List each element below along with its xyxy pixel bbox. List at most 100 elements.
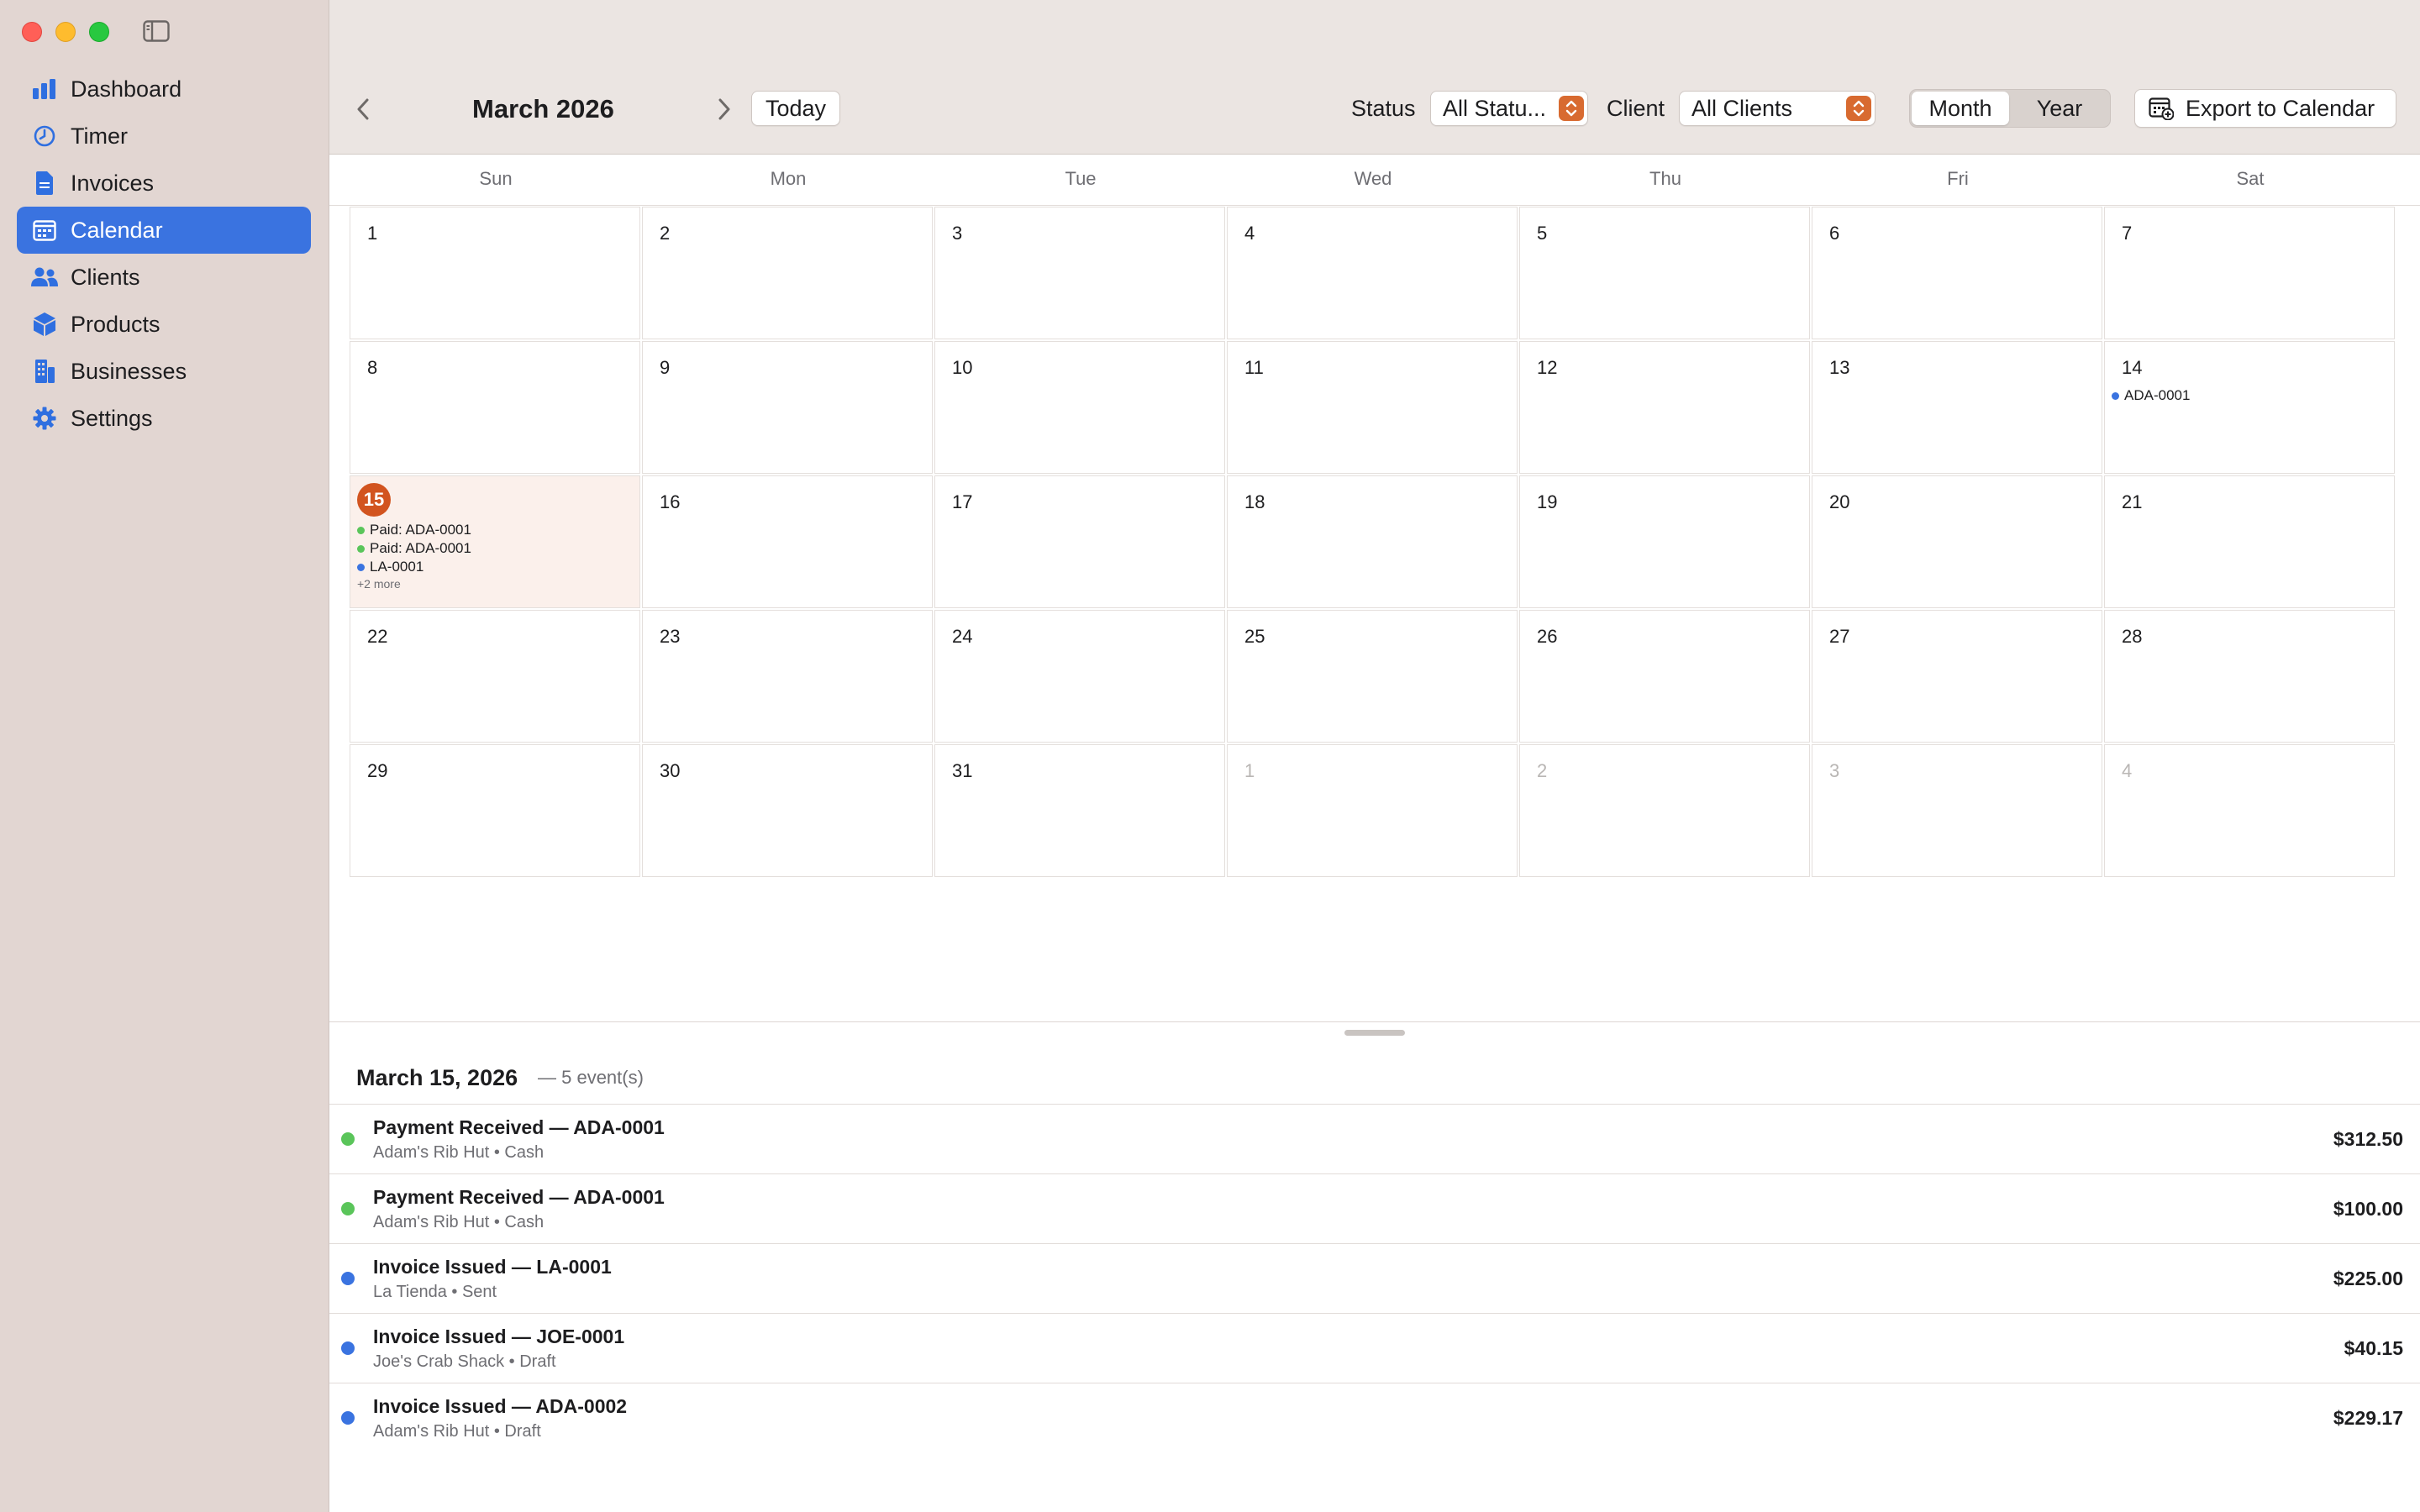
day-cell[interactable]: 25 <box>1227 610 1518 743</box>
zoom-window-button[interactable] <box>89 22 109 42</box>
day-cell[interactable]: 24 <box>934 610 1225 743</box>
day-cell[interactable]: 18 <box>1227 475 1518 608</box>
day-cell[interactable]: 26 <box>1519 610 1810 743</box>
calendar-event[interactable]: LA-0001 <box>357 559 424 575</box>
panel-divider <box>329 1021 2420 1022</box>
event-amount: $312.50 <box>2333 1128 2403 1150</box>
timer-icon <box>30 122 59 150</box>
building-icon <box>30 357 59 386</box>
calendar-event[interactable]: Paid: ADA-0001 <box>357 522 471 538</box>
day-cell[interactable]: 12 <box>1519 341 1810 474</box>
day-number: 22 <box>367 626 388 647</box>
day-cell[interactable]: 2 <box>642 207 933 339</box>
day-cell[interactable]: 27 <box>1812 610 2102 743</box>
status-filter-select[interactable]: All Statu... <box>1430 91 1588 126</box>
sidebar-toggle-icon[interactable] <box>143 20 170 42</box>
day-cell[interactable]: 3 <box>934 207 1225 339</box>
sidebar-item-invoices[interactable]: Invoices <box>17 160 311 207</box>
day-cell[interactable]: 17 <box>934 475 1225 608</box>
day-cell[interactable]: 9 <box>642 341 933 474</box>
day-number: 8 <box>367 357 378 378</box>
day-cell[interactable]: 30 <box>642 744 933 877</box>
day-cell[interactable]: 5 <box>1519 207 1810 339</box>
day-number: 21 <box>2122 491 2143 512</box>
sidebar-item-calendar[interactable]: Calendar <box>17 207 311 254</box>
sidebar-item-products[interactable]: Products <box>17 301 311 348</box>
today-button[interactable]: Today <box>751 91 840 126</box>
day-cell[interactable]: 4 <box>1227 207 1518 339</box>
day-cell[interactable]: 11 <box>1227 341 1518 474</box>
event-subtitle: Joe's Crab Shack • Draft <box>373 1352 556 1371</box>
status-dot <box>341 1132 355 1146</box>
sidebar-item-label: Clients <box>71 264 140 290</box>
day-cell[interactable]: 16 <box>642 475 933 608</box>
day-number: 31 <box>952 760 973 781</box>
day-number: 24 <box>952 626 973 647</box>
next-month-button[interactable] <box>713 94 736 124</box>
day-cell[interactable]: 6 <box>1812 207 2102 339</box>
event-row[interactable]: Invoice Issued — ADA-0002 Adam's Rib Hut… <box>329 1383 2420 1452</box>
sidebar-item-settings[interactable]: Settings <box>17 395 311 442</box>
day-cell[interactable]: 21 <box>2104 475 2395 608</box>
day-cell[interactable]: 20 <box>1812 475 2102 608</box>
day-cell[interactable]: 29 <box>350 744 640 877</box>
day-number: 12 <box>1537 357 1558 378</box>
sidebar-item-timer[interactable]: Timer <box>17 113 311 160</box>
day-cell[interactable]: 1 <box>1227 744 1518 877</box>
calendar-event[interactable]: ADA-0001 <box>2112 387 2190 404</box>
day-number: 13 <box>1829 357 1850 378</box>
calendar-export-icon <box>2149 97 2174 120</box>
day-cell[interactable]: 13 <box>1812 341 2102 474</box>
event-row[interactable]: Invoice Issued — LA-0001 La Tienda • Sen… <box>329 1243 2420 1313</box>
day-number: 2 <box>660 223 671 244</box>
day-number: 10 <box>952 357 973 378</box>
sidebar-item-clients[interactable]: Clients <box>17 254 311 301</box>
client-filter-select[interactable]: All Clients <box>1679 91 1876 126</box>
day-cell[interactable]: 28 <box>2104 610 2395 743</box>
day-cell[interactable]: 22 <box>350 610 640 743</box>
event-list: Payment Received — ADA-0001 Adam's Rib H… <box>329 1104 2420 1452</box>
event-label: Paid: ADA-0001 <box>370 540 471 556</box>
day-cell[interactable]: 2 <box>1519 744 1810 877</box>
event-row[interactable]: Payment Received — ADA-0001 Adam's Rib H… <box>329 1104 2420 1173</box>
sidebar-item-label: Timer <box>71 123 128 149</box>
day-cell[interactable]: 23 <box>642 610 933 743</box>
day-number: 5 <box>1537 223 1548 244</box>
event-label: Paid: ADA-0001 <box>370 522 471 538</box>
day-cell[interactable]: 14 ADA-0001 <box>2104 341 2395 474</box>
today-badge: 15 <box>357 483 391 517</box>
more-events-link[interactable]: +2 more <box>357 577 401 591</box>
sidebar-item-label: Products <box>71 311 160 337</box>
day-cell[interactable]: 3 <box>1812 744 2102 877</box>
sidebar-item-label: Invoices <box>71 170 155 196</box>
day-cell-today[interactable]: 15 Paid: ADA-0001 Paid: ADA-0001 LA-0001 +2 … <box>350 475 640 608</box>
weekday-label: Mon <box>770 168 807 189</box>
event-row[interactable]: Invoice Issued — JOE-0001 Joe's Crab Sha… <box>329 1313 2420 1383</box>
previous-month-button[interactable] <box>351 94 375 124</box>
day-cell[interactable]: 19 <box>1519 475 1810 608</box>
event-label: LA-0001 <box>370 559 424 575</box>
weekday-label: Thu <box>1649 168 1681 189</box>
day-number: 20 <box>1829 491 1850 512</box>
year-view-button[interactable]: Year <box>2011 92 2108 125</box>
calendar-event[interactable]: Paid: ADA-0001 <box>357 540 471 557</box>
event-dot <box>357 526 365 534</box>
event-subtitle: Adam's Rib Hut • Draft <box>373 1422 541 1441</box>
minimize-window-button[interactable] <box>55 22 76 42</box>
sidebar-item-dashboard[interactable]: Dashboard <box>17 66 311 113</box>
month-view-button[interactable]: Month <box>1912 92 2009 125</box>
day-cell[interactable]: 4 <box>2104 744 2395 877</box>
event-row[interactable]: Payment Received — ADA-0001 Adam's Rib H… <box>329 1173 2420 1243</box>
sidebar-item-label: Calendar <box>71 217 163 243</box>
day-cell[interactable]: 8 <box>350 341 640 474</box>
close-window-button[interactable] <box>22 22 42 42</box>
sidebar-item-businesses[interactable]: Businesses <box>17 348 311 395</box>
day-cell[interactable]: 10 <box>934 341 1225 474</box>
day-cell[interactable]: 31 <box>934 744 1225 877</box>
day-cell[interactable]: 1 <box>350 207 640 339</box>
day-number: 4 <box>1244 223 1255 244</box>
resize-handle[interactable] <box>1344 1030 1405 1036</box>
day-number: 9 <box>660 357 671 378</box>
export-to-calendar-button[interactable]: Export to Calendar <box>2134 89 2396 128</box>
day-cell[interactable]: 7 <box>2104 207 2395 339</box>
